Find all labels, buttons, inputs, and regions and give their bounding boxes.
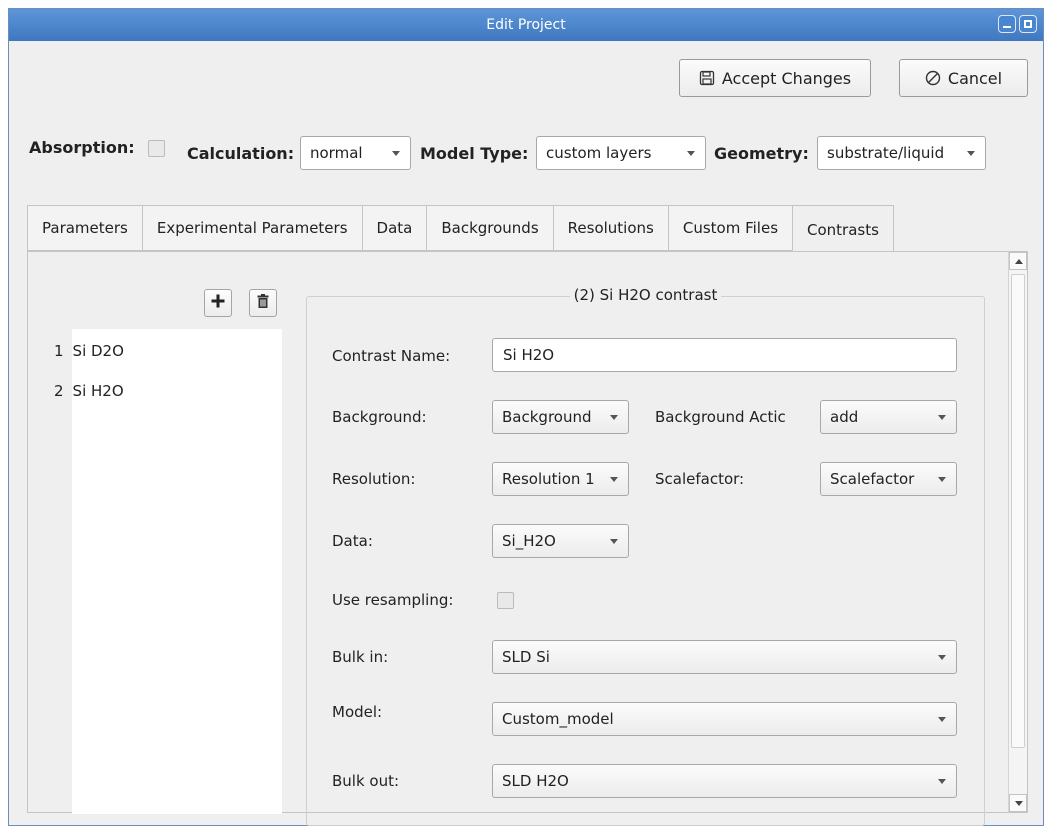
vertical-scrollbar[interactable] (1008, 252, 1027, 812)
project-tabs: Parameters Experimental Parameters Data … (27, 205, 894, 254)
geometry-select[interactable]: substrate/liquid (817, 136, 986, 170)
chevron-down-icon (610, 477, 618, 482)
chevron-down-icon (938, 415, 946, 420)
chevron-down-icon (938, 717, 946, 722)
calculation-label: Calculation: (187, 144, 295, 163)
scroll-thumb[interactable] (1011, 274, 1025, 748)
data-value: Si_H2O (502, 532, 556, 550)
absorption-checkbox[interactable] (148, 140, 165, 157)
scalefactor-select[interactable]: Scalefactor (820, 462, 957, 496)
data-label: Data: (332, 532, 373, 550)
delete-contrast-button[interactable] (249, 289, 277, 317)
chevron-down-icon (967, 151, 975, 156)
add-contrast-button[interactable] (204, 289, 232, 317)
background-label: Background: (332, 408, 427, 426)
list-item-index: 1 (54, 342, 64, 360)
cancel-button[interactable]: Cancel (899, 59, 1028, 97)
contrasts-panel: 1 Si D2O 2 Si H2O (2) Si H2O contrast Co… (27, 251, 1028, 826)
chevron-down-icon (938, 655, 946, 660)
absorption-label: Absorption: (29, 138, 135, 157)
window-title: Edit Project (486, 17, 566, 33)
chevron-down-icon (610, 415, 618, 420)
bulk-in-label: Bulk in: (332, 648, 389, 666)
resolution-select[interactable]: Resolution 1 (492, 462, 629, 496)
tab-backgrounds[interactable]: Backgrounds (426, 205, 553, 251)
data-select[interactable]: Si_H2O (492, 524, 629, 558)
list-item-index: 2 (54, 382, 64, 400)
tab-custom-files[interactable]: Custom Files (667, 205, 793, 251)
scroll-down-arrow-icon[interactable] (1009, 794, 1027, 812)
save-icon (699, 70, 715, 86)
contrast-name-value: Si H2O (503, 346, 555, 364)
plus-icon (211, 294, 225, 312)
tab-label: Contrasts (807, 221, 879, 239)
geometry-label: Geometry: (714, 144, 809, 163)
accept-changes-label: Accept Changes (721, 68, 852, 88)
use-resampling-label: Use resampling: (332, 591, 454, 609)
bulk-in-select[interactable]: SLD Si (492, 640, 957, 674)
calculation-value: normal (310, 144, 363, 162)
title-bar: Edit Project (9, 9, 1043, 41)
tab-parameters[interactable]: Parameters (27, 205, 142, 251)
contrast-name-field[interactable]: Si H2O (492, 338, 957, 372)
tab-label: Experimental Parameters (156, 219, 348, 237)
list-item[interactable]: 2 Si H2O (54, 382, 124, 400)
chevron-down-icon (610, 539, 618, 544)
maximize-button[interactable] (1019, 15, 1037, 33)
background-value: Background (502, 408, 592, 426)
model-label: Model: (332, 703, 383, 721)
model-type-label: Model Type: (420, 144, 529, 163)
tab-label: Custom Files (682, 219, 779, 237)
model-select[interactable]: Custom_model (492, 702, 957, 736)
background-select[interactable]: Background (492, 400, 629, 434)
use-resampling-checkbox[interactable] (497, 592, 514, 609)
model-type-value: custom layers (546, 144, 652, 162)
background-action-label: Background Actic (655, 408, 786, 426)
bulk-out-label: Bulk out: (332, 772, 400, 790)
bulk-out-select[interactable]: SLD H2O (492, 764, 957, 798)
model-type-select[interactable]: custom layers (536, 136, 706, 170)
list-item-name: Si H2O (72, 382, 124, 400)
cancel-label: Cancel (947, 68, 1003, 88)
list-item[interactable]: 1 Si D2O (54, 342, 124, 360)
resolution-value: Resolution 1 (502, 470, 595, 488)
cancel-icon (925, 70, 941, 86)
geometry-value: substrate/liquid (827, 144, 945, 162)
resolution-label: Resolution: (332, 470, 416, 488)
background-action-value: add (830, 408, 859, 426)
scalefactor-value: Scalefactor (830, 470, 915, 488)
tab-label: Backgrounds (441, 219, 539, 237)
tab-label: Parameters (42, 219, 128, 237)
minimize-button[interactable] (998, 15, 1016, 33)
contrast-name-label: Contrast Name: (332, 347, 451, 365)
bulk-in-value: SLD Si (502, 648, 550, 666)
model-value: Custom_model (502, 710, 614, 728)
contrast-list: 1 Si D2O 2 Si H2O (54, 329, 282, 814)
tab-label: Data (376, 219, 413, 237)
bulk-out-value: SLD H2O (502, 772, 569, 790)
chevron-down-icon (938, 779, 946, 784)
trash-icon (257, 294, 269, 312)
chevron-down-icon (938, 477, 946, 482)
chevron-down-icon (687, 151, 695, 156)
list-item-name: Si D2O (72, 342, 124, 360)
group-title: (2) Si H2O contrast (569, 286, 722, 304)
tab-data[interactable]: Data (361, 205, 427, 251)
scroll-up-arrow-icon[interactable] (1009, 252, 1027, 270)
background-action-select[interactable]: add (820, 400, 957, 434)
tab-label: Resolutions (567, 219, 654, 237)
calculation-select[interactable]: normal (300, 136, 411, 170)
tab-contrasts[interactable]: Contrasts (792, 205, 894, 254)
tab-experimental-parameters[interactable]: Experimental Parameters (141, 205, 362, 251)
accept-changes-button[interactable]: Accept Changes (679, 59, 871, 97)
edit-project-dialog: Edit Project Accept Changes Cancel Absor… (8, 8, 1044, 826)
contrast-groupbox: (2) Si H2O contrast Contrast Name: Si H2… (306, 286, 985, 826)
chevron-down-icon (392, 151, 400, 156)
tab-resolutions[interactable]: Resolutions (552, 205, 668, 251)
scalefactor-label: Scalefactor: (655, 470, 745, 488)
